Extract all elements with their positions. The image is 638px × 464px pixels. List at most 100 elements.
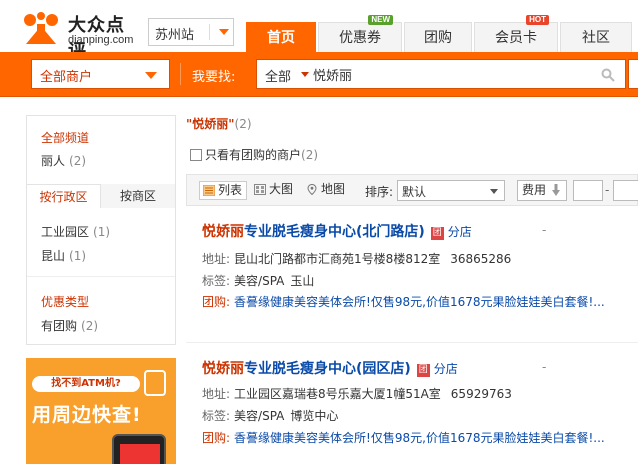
city-switcher[interactable]: 苏州站 — [148, 18, 234, 46]
dianping-logo[interactable]: 大众点评 dianping.com — [22, 10, 140, 62]
tab-group-buy[interactable]: 团购 — [404, 22, 472, 52]
fee-min-input[interactable] — [573, 180, 603, 201]
category-select-value: 全部商户 — [40, 70, 93, 85]
result-query: "悦娇丽" — [186, 117, 235, 131]
address-label: 地址: — [202, 252, 231, 266]
filter-region-sip-label: 工业园区 — [41, 225, 90, 239]
shop-tag[interactable]: 博览中心 — [290, 409, 338, 423]
branch-link[interactable]: 分店 — [434, 362, 458, 376]
shop-address: 工业园区嘉瑞巷8号乐嘉大厦1幢51A室 — [234, 387, 441, 401]
deal-label: 团购: — [202, 431, 231, 445]
shop-address-row: 地址: 昆山北门路都市汇商苑1号楼8楼812室 36865286 — [202, 250, 511, 267]
search-icon[interactable] — [601, 68, 615, 82]
tab-by-business-area[interactable]: 按商区 — [101, 184, 175, 208]
group-buy-icon[interactable]: 团 — [416, 364, 430, 377]
shop-name-rest: 专业脱毛瘦身中心(园区店) — [244, 361, 411, 377]
filter-has-group-buy-count: (2) — [81, 319, 99, 333]
deal-link[interactable]: 香謩缘健康美容美体会所!仅售98元,价值1678元果脸娃娃美白套餐!... — [234, 431, 605, 445]
top-header: 大众点评 dianping.com 苏州站 首页 优惠券 NEW 团购 会员卡 … — [0, 0, 638, 62]
result-divider — [186, 342, 638, 343]
tab-by-district-label: 按行政区 — [39, 190, 88, 204]
chevron-down-icon — [301, 72, 309, 77]
shop-name-link[interactable]: 悦娇丽专业脱毛瘦身中心(园区店) 团分店 — [202, 358, 458, 378]
tab-member-card-label: 会员卡 — [495, 30, 537, 46]
region-tabs: 按行政区 按商区 — [27, 184, 175, 208]
shop-phone: 65929763 — [450, 387, 512, 401]
new-badge: NEW — [368, 15, 393, 25]
filter-all-channels[interactable]: 全部频道 — [41, 129, 89, 146]
tab-home-label: 首页 — [267, 30, 295, 46]
logo-text-en: dianping.com — [68, 34, 134, 46]
view-map-button[interactable]: 地图 — [303, 181, 349, 200]
shop-tag[interactable]: 美容/SPA — [234, 409, 284, 423]
shop-tags-row: 标签: 美容/SPA 博览中心 — [202, 407, 338, 424]
promo-pill-text: 找不到ATM机? — [32, 376, 140, 392]
filter-has-group-buy[interactable]: 有团购 (2) — [41, 317, 98, 334]
search-label: 我要找: — [192, 70, 236, 85]
filter-channel-beauty-count: (2) — [69, 154, 87, 168]
chevron-down-icon — [145, 72, 157, 79]
view-map-label: 地图 — [321, 182, 346, 196]
deal-link[interactable]: 香謩缘健康美容美体会所!仅售98元,价值1678元果脸娃娃美白套餐!... — [234, 295, 605, 309]
tab-member-card[interactable]: 会员卡 HOT — [474, 15, 558, 52]
address-label: 地址: — [202, 387, 231, 401]
tab-group-buy-label: 团购 — [424, 30, 452, 46]
filter-channel-beauty[interactable]: 丽人 (2) — [41, 152, 86, 169]
shop-name-link[interactable]: 悦娇丽专业脱毛瘦身中心(北门路店) 团分店 — [202, 221, 472, 241]
city-divider — [209, 24, 210, 40]
shop-phone: 36865286 — [450, 252, 512, 266]
shop-name-highlight: 悦娇丽 — [202, 224, 244, 240]
category-select[interactable]: 全部商户 — [31, 59, 170, 89]
shop-tag[interactable]: 玉山 — [290, 274, 314, 288]
shop-tag[interactable]: 美容/SPA — [234, 274, 284, 288]
shop-name-highlight: 悦娇丽 — [202, 361, 244, 377]
filter-region-kunshan-count: (1) — [69, 249, 87, 263]
view-large-image-button[interactable]: 大图 — [251, 181, 297, 200]
results-toolbar: 列表 大图 地图 排序: 默认 费用 - — [186, 174, 638, 206]
map-pin-icon — [307, 184, 317, 195]
tab-coupons[interactable]: 优惠券 NEW — [318, 15, 402, 52]
shop-deal-row: 团购: 香謩缘健康美容美体会所!仅售98元,价值1678元果脸娃娃美白套餐!... — [202, 293, 605, 310]
search-input[interactable] — [313, 63, 583, 85]
shop-name-rest: 专业脱毛瘦身中心(北门路店) — [244, 224, 425, 240]
filter-panel: 全部频道 丽人 (2) 按行政区 按商区 工业园区 (1) 昆山 (1) 优惠类型 有… — [26, 115, 176, 345]
deal-label: 团购: — [202, 295, 231, 309]
shop-card: 悦娇丽专业脱毛瘦身中心(北门路店) 团分店 - 地址: 昆山北门路都市汇商苑1号楼8… — [186, 221, 638, 321]
grid-view-icon — [254, 184, 266, 195]
branch-link[interactable]: 分店 — [448, 225, 472, 239]
tab-community[interactable]: 社区 — [560, 22, 632, 52]
filter-region-kunshan-label: 昆山 — [41, 249, 66, 263]
search-scope-select[interactable]: 全部 — [265, 66, 291, 85]
sort-select[interactable]: 默认 — [397, 180, 505, 201]
tab-coupons-label: 优惠券 — [339, 30, 381, 46]
group-buy-icon[interactable]: 团 — [430, 227, 444, 240]
filter-has-group-buy-label: 有团购 — [41, 319, 78, 333]
tags-label: 标签: — [202, 274, 231, 288]
only-group-buy-filter[interactable]: 只看有团购的商户(2) — [190, 146, 318, 163]
filter-region-sip[interactable]: 工业园区 (1) — [41, 223, 110, 240]
view-list-button[interactable]: 列表 — [199, 181, 248, 200]
search-box: 全部 — [256, 59, 626, 89]
filter-offer-type-title: 优惠类型 — [41, 295, 90, 309]
shop-card: 悦娇丽专业脱毛瘦身中心(园区店) 团分店 - 地址: 工业园区嘉瑞巷8号乐嘉大厦1幢… — [186, 358, 638, 458]
only-group-buy-count: (2) — [301, 148, 319, 162]
chevron-down-icon — [219, 29, 229, 35]
sort-by-fee-button[interactable]: 费用 — [517, 180, 567, 201]
filter-region-kunshan[interactable]: 昆山 (1) — [41, 247, 86, 264]
tags-label: 标签: — [202, 409, 231, 423]
shop-address-row: 地址: 工业园区嘉瑞巷8号乐嘉大厦1幢51A室 65929763 — [202, 385, 512, 402]
hot-badge: HOT — [526, 15, 549, 25]
tab-by-district[interactable]: 按行政区 — [27, 184, 101, 208]
sort-select-value: 默认 — [402, 185, 427, 199]
phone-icon — [144, 370, 166, 396]
search-button[interactable] — [628, 59, 638, 89]
shop-tags-row: 标签: 美容/SPA 玉山 — [202, 272, 314, 289]
fee-max-input[interactable] — [613, 180, 638, 201]
view-list-label: 列表 — [218, 183, 243, 197]
only-group-buy-checkbox[interactable] — [190, 149, 202, 161]
atm-promo-banner[interactable]: 找不到ATM机? 用周边快查! — [26, 358, 176, 464]
city-name: 苏州站 — [155, 28, 195, 43]
shop-rating-placeholder: - — [542, 360, 547, 374]
filter-region-sip-count: (1) — [93, 225, 111, 239]
tab-home[interactable]: 首页 — [246, 22, 316, 52]
